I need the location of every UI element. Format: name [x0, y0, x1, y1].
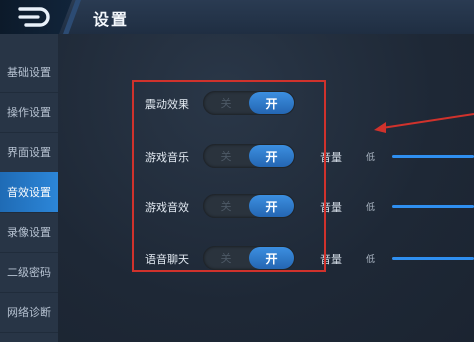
sidebar-item-secondary-password[interactable]: 二级密码: [0, 252, 58, 293]
back-button[interactable]: [0, 0, 72, 34]
volume-low-label: 低: [366, 255, 376, 265]
game-sfx-volume-slider[interactable]: [392, 205, 474, 208]
top-bar: 设置: [0, 0, 474, 35]
back-arrow-icon: [18, 7, 50, 27]
sidebar-item-audio[interactable]: 音效设置: [0, 172, 58, 213]
sidebar-item-basic[interactable]: 基础设置: [0, 52, 58, 93]
volume-low-label: 低: [366, 203, 376, 213]
sidebar-item-recording[interactable]: 录像设置: [0, 212, 58, 253]
sidebar: 基础设置 操作设置 界面设置 音效设置 录像设置 二级密码 网络诊断: [0, 34, 58, 342]
page-title: 设置: [93, 10, 130, 29]
volume-low-label: 低: [366, 153, 376, 163]
sidebar-item-interface[interactable]: 界面设置: [0, 132, 58, 173]
game-music-volume-slider[interactable]: [392, 155, 474, 158]
sidebar-item-controls[interactable]: 操作设置: [0, 92, 58, 133]
voice-chat-volume-slider[interactable]: [392, 257, 474, 260]
red-arrow-icon: [374, 113, 474, 133]
annotation-highlight-box: [132, 80, 326, 272]
sidebar-item-network-diagnostics[interactable]: 网络诊断: [0, 292, 58, 333]
